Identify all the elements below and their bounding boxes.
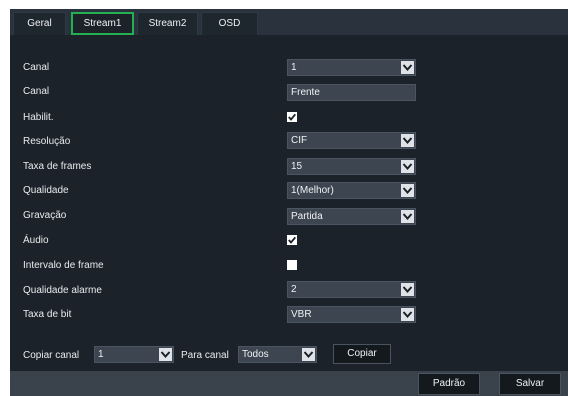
tab-stream2[interactable]: Stream2 [137,12,198,35]
chevron-down-icon[interactable] [401,61,414,74]
footer-bar: Padrão Salvar [10,371,568,396]
canal-label: Canal [23,62,50,73]
save-button[interactable]: Salvar [499,373,561,395]
qualidade-select[interactable]: 1(Melhor) [287,182,416,199]
taxa-bit-value: VBR [291,309,312,320]
taxa-frames-value: 15 [291,161,303,172]
chevron-down-icon[interactable] [401,283,414,296]
audio-checkbox[interactable] [287,235,297,245]
taxa-frames-label: Taxa de frames [23,161,92,172]
canal-name-value: Frente [291,87,320,98]
resolucao-value: CIF [291,135,308,146]
chevron-down-icon[interactable] [401,160,414,173]
chevron-down-icon[interactable] [401,210,414,223]
canal-name-input[interactable]: Frente [287,84,416,101]
canal-name-label: Canal [23,86,50,97]
chevron-down-icon[interactable] [401,134,414,147]
chevron-down-icon[interactable] [302,348,315,361]
qualidade-alarme-value: 2 [291,284,297,295]
gravacao-label: Gravação [23,210,67,221]
habilit-label: Habilit. [23,112,54,123]
canal-select[interactable]: 1 [287,59,416,76]
stream-settings-form: Canal 1 Canal Frente Habilit. Resolução … [10,35,568,371]
settings-panel: Geral Stream1 Stream2 OSD Canal 1 Canal … [10,9,568,396]
tab-geral[interactable]: Geral [13,12,66,35]
resolucao-label: Resolução [23,136,71,147]
taxa-bit-select[interactable]: VBR [287,306,416,323]
checkmark-icon [288,113,296,121]
gravacao-value: Partida [291,211,323,222]
copy-to-select[interactable]: Todos [238,346,317,363]
checkmark-icon [288,236,296,244]
para-canal-label: Para canal [181,350,229,361]
audio-label: Áudio [23,235,49,246]
copiar-canal-label: Copiar canal [23,350,80,361]
canal-value: 1 [291,62,297,73]
qualidade-alarme-select[interactable]: 2 [287,281,416,298]
habilit-checkbox[interactable] [287,112,297,122]
copy-from-select[interactable]: 1 [94,346,174,363]
taxa-frames-select[interactable]: 15 [287,158,416,175]
tab-bar: Geral Stream1 Stream2 OSD [10,9,568,35]
chevron-down-icon[interactable] [401,184,414,197]
taxa-bit-label: Taxa de bit [23,309,72,320]
chevron-down-icon[interactable] [159,348,172,361]
intervalo-checkbox[interactable] [287,260,297,270]
tab-stream1[interactable]: Stream1 [71,12,134,35]
qualidade-label: Qualidade [23,185,69,196]
copy-to-value: Todos [242,349,269,360]
copy-button[interactable]: Copiar [333,344,391,364]
intervalo-label: Intervalo de frame [23,260,104,271]
tab-osd[interactable]: OSD [201,12,258,35]
qualidade-alarme-label: Qualidade alarme [23,285,102,296]
resolucao-select[interactable]: CIF [287,132,416,149]
gravacao-select[interactable]: Partida [287,208,416,225]
qualidade-value: 1(Melhor) [291,185,334,196]
copy-from-value: 1 [98,349,104,360]
default-button[interactable]: Padrão [418,373,480,395]
chevron-down-icon[interactable] [401,308,414,321]
